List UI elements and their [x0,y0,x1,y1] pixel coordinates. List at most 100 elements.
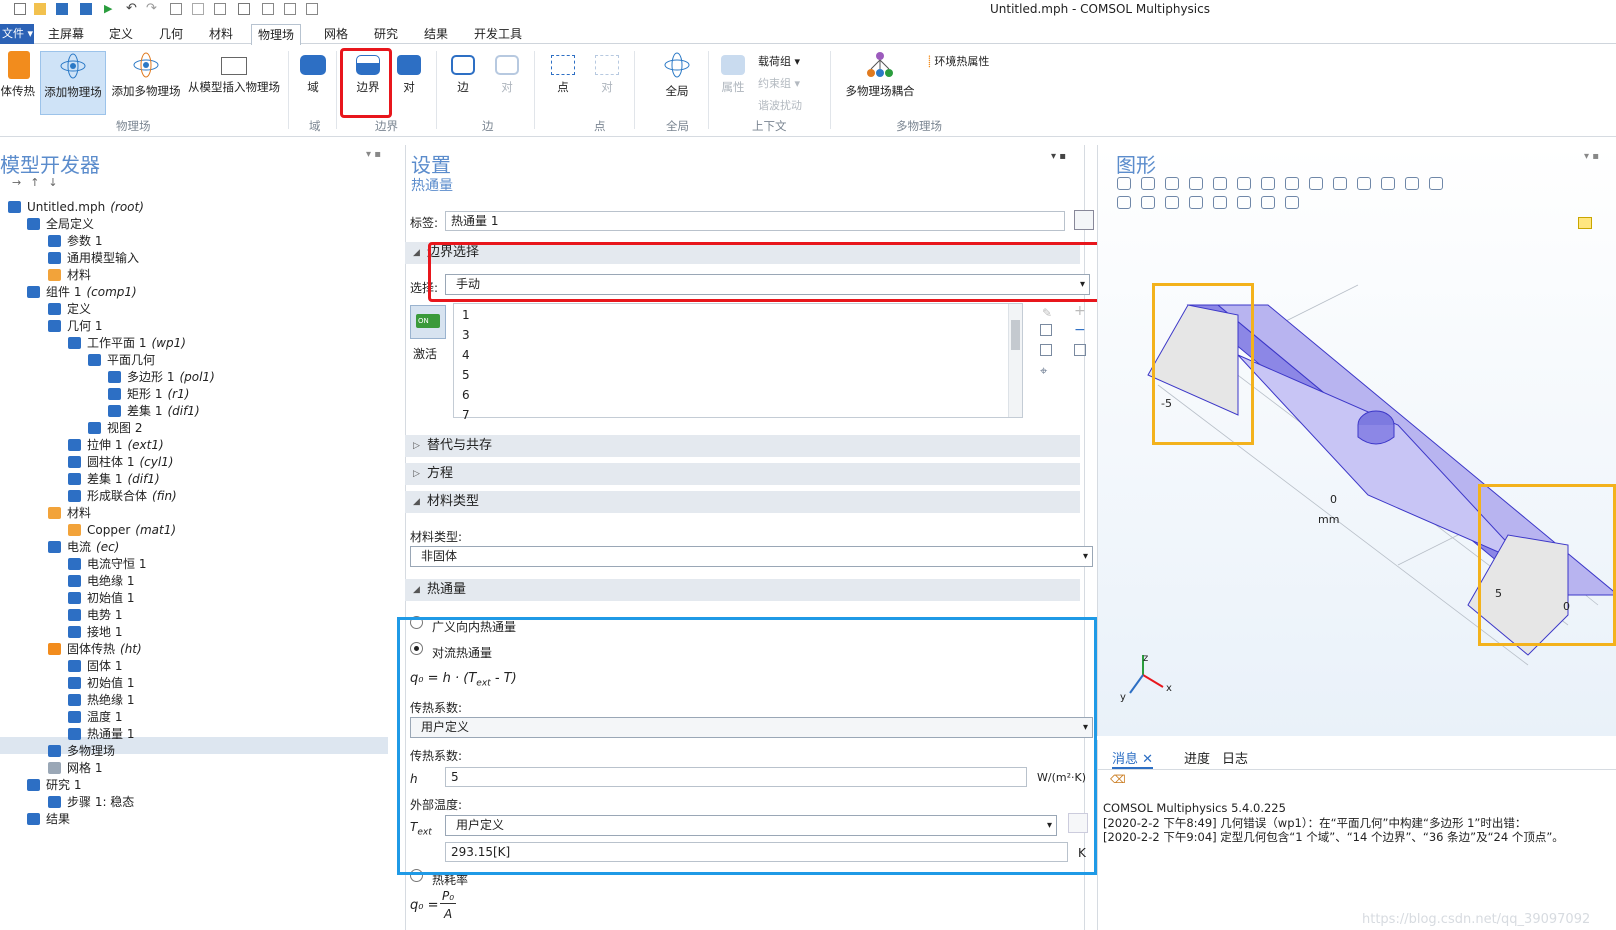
list-scrollbar[interactable] [1008,304,1022,417]
screenshot-icon[interactable] [1261,196,1275,209]
label-edit-icon[interactable] [1074,210,1094,230]
boundary-list-item[interactable]: 5 [462,368,470,382]
save-icon[interactable] [56,3,68,15]
clear-selection-icon[interactable] [1040,344,1052,356]
edge-button[interactable]: 边 [446,51,480,115]
tree-item[interactable]: 电绝缘 1 [68,573,139,590]
zoom-out-icon[interactable] [1141,177,1155,190]
zoom-selection-icon[interactable] [1213,177,1227,190]
domain-button[interactable]: 域 [296,51,330,115]
tree-item[interactable]: 圆柱体 1 (cyl1) [68,454,173,471]
file-menu-button[interactable]: 文件 ▾ [0,24,34,44]
tree-item[interactable]: 结果 [27,811,75,828]
yz-view-icon[interactable] [1285,177,1299,190]
axis-icon[interactable] [1237,177,1251,190]
tree-item[interactable]: 差集 1 (dif1) [68,471,160,488]
deselect-icon[interactable] [1141,196,1155,209]
zoom-menu-icon[interactable] [306,3,318,15]
create-selection-icon[interactable] [1074,344,1086,356]
section-material-type[interactable]: ◢ 材料类型 [405,491,1080,513]
attribute-button[interactable]: 属性 [716,51,750,115]
clear-messages-icon[interactable]: ⌫ [1110,773,1126,786]
boundary-list-item[interactable]: 1 [462,308,470,322]
graphics-help-icon[interactable] [1578,217,1592,229]
tree-item[interactable]: 通用模型输入 [48,250,144,267]
material-type-dropdown[interactable]: 非固体 ▾ [410,546,1093,567]
tab-definitions[interactable]: 定义 [103,26,139,42]
boundary-pair-button[interactable]: 对 [392,51,426,115]
scrollbar-thumb[interactable] [1011,320,1020,350]
boundary-list[interactable] [453,303,1023,418]
constraint-group-button[interactable]: 约束组 ▾ [758,75,800,91]
tree-item[interactable]: 多物理场 [48,743,120,760]
tree-item[interactable]: Copper (mat1) [68,522,176,539]
copy-selection-icon[interactable] [1040,324,1052,336]
tree-item[interactable]: 多边形 1 (pol1) [108,369,215,386]
tree-item[interactable]: 工作平面 1 (wp1) [68,335,186,352]
xy-view-icon[interactable] [1261,177,1275,190]
solid-heat-button[interactable]: 固体传热 [0,51,38,115]
tree-item[interactable]: 步骤 1: 稳态 [48,794,139,811]
tree-item[interactable]: 差集 1 (dif1) [108,403,200,420]
tab-geometry[interactable]: 几何 [153,26,189,42]
tree-item[interactable]: 接地 1 [68,624,127,641]
tree-item[interactable]: 热通量 1 [68,726,139,743]
tab-messages[interactable]: 消息 ✕ [1112,748,1154,769]
xz-view-icon[interactable] [1309,177,1323,190]
point-pair-button[interactable]: 对 [590,51,624,115]
tree-item[interactable]: 材料 [48,505,96,522]
boundary-list-item[interactable]: 6 [462,388,470,402]
selection-paste-icon[interactable]: ✎ [1042,306,1052,320]
remove-from-selection-icon[interactable]: − [1074,322,1086,338]
zoom-extents-icon[interactable] [1189,177,1203,190]
global-button[interactable]: 全局 [660,51,694,115]
tab-mesh[interactable]: 网格 [318,26,354,42]
tree-item[interactable]: 温度 1 [68,709,127,726]
tree-item[interactable]: 热绝缘 1 [68,692,139,709]
section-heat-flux[interactable]: ◢ 热通量 [405,579,1080,601]
shadow-icon[interactable] [1213,196,1227,209]
select-box-icon[interactable] [1405,177,1419,190]
print-icon[interactable] [1285,196,1299,209]
tree-item[interactable]: 几何 1 [48,318,107,335]
tree-item[interactable]: 电流守恒 1 [68,556,151,573]
delete-icon[interactable] [238,3,250,15]
zoom-box-icon[interactable] [1165,177,1179,190]
transparency-icon[interactable] [1381,177,1395,190]
tree-item[interactable]: 组件 1 (comp1) [27,284,137,301]
section-override-coexistence[interactable]: ▷ 替代与共存 [405,435,1080,457]
light-icon[interactable] [1237,196,1251,209]
tab-developer[interactable]: 开发工具 [468,26,528,42]
paste-icon[interactable] [192,3,204,15]
save-as-icon[interactable] [80,3,92,15]
select-all-icon[interactable] [1429,177,1443,190]
tree-item[interactable]: 全局定义 [27,216,99,233]
tree-item[interactable]: 电势 1 [68,607,127,624]
tree-item[interactable]: 拉伸 1 (ext1) [68,437,164,454]
tree-item[interactable]: 矩形 1 (r1) [108,386,189,403]
duplicate-icon[interactable] [214,3,226,15]
tree-toolbar[interactable]: →↑↓ [12,176,67,189]
boundary-list-item[interactable]: 3 [462,328,470,342]
tree-item[interactable]: 网格 1 [48,760,107,777]
tab-study[interactable]: 研究 [368,26,404,42]
tab-physics[interactable]: 物理场 [251,24,302,45]
render-icon[interactable] [1189,196,1203,209]
tree-item[interactable]: 平面几何 [88,352,160,369]
new-file-icon[interactable] [14,3,26,15]
add-multiphysics-button[interactable]: 添加多物理场 [109,51,183,115]
point-button[interactable]: 点 [546,51,580,115]
tree-item[interactable]: 研究 1 [27,777,86,794]
load-group-button[interactable]: 载荷组 ▾ [758,53,800,69]
tree-item[interactable]: 形成联合体 (fin) [68,488,177,505]
tree-item[interactable]: 参数 1 [48,233,107,250]
label-input[interactable]: 热通量 1 [445,211,1065,231]
windows-icon[interactable] [284,3,296,15]
ambient-thermal-properties-button[interactable]: ⸽ 环境热属性 [928,53,989,69]
tree-item[interactable]: 材料 [48,267,96,284]
tab-log[interactable]: 日志 [1222,748,1248,767]
reset-view-icon[interactable] [1357,177,1371,190]
tree-item[interactable]: 固体 1 [68,658,127,675]
tree-item[interactable]: 电流 (ec) [48,539,119,556]
tab-materials[interactable]: 材料 [203,26,239,42]
